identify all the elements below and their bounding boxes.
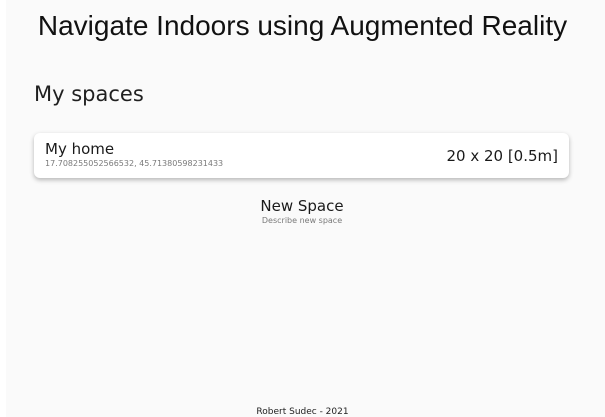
space-name: My home <box>45 140 115 158</box>
new-space-subtitle: Describe new space <box>261 216 343 225</box>
new-space-button[interactable]: New Space Describe new space <box>202 196 402 230</box>
app-screen: Navigate Indoors using Augmented Reality… <box>0 0 605 417</box>
section-title-my-spaces: My spaces <box>34 82 144 106</box>
space-card-my-home[interactable]: My home 17.708255052566532, 45.713805982… <box>34 133 569 178</box>
space-coordinates: 17.708255052566532, 45.71380598231433 <box>45 159 224 168</box>
app-title: Navigate Indoors using Augmented Reality <box>37 10 568 41</box>
space-size: 20 x 20 [0.5m] <box>446 147 558 165</box>
footer-credit: Robert Sudec - 2021 <box>256 407 349 417</box>
new-space-title: New Space <box>260 197 344 215</box>
